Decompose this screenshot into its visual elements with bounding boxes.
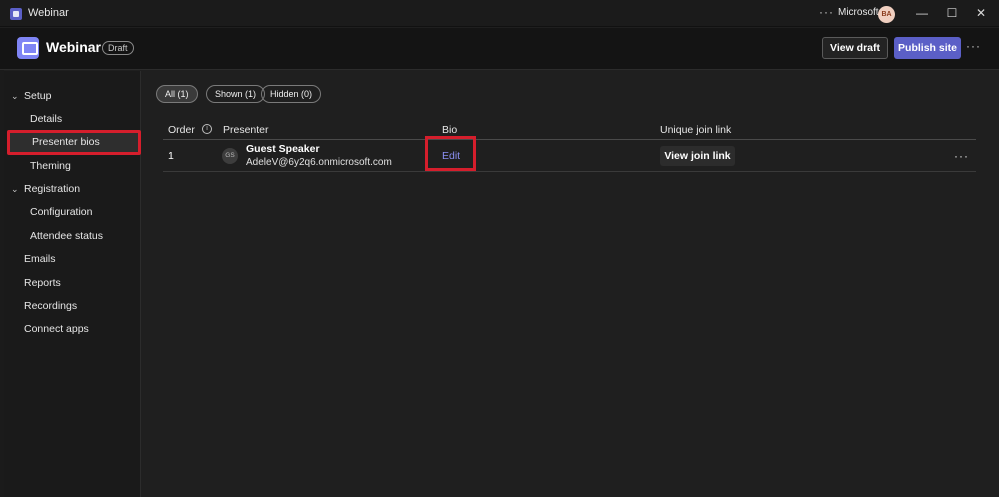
view-draft-button[interactable]: View draft xyxy=(822,37,888,59)
title-bar: Webinar ··· Microsoft BA — ☐ ✕ xyxy=(0,0,999,27)
sidebar-section-setup[interactable]: ⌄ Setup xyxy=(4,86,141,106)
sidebar-item-label: Emails xyxy=(24,253,56,265)
page-title: Webinar xyxy=(46,39,101,55)
row-more-options-icon[interactable]: ··· xyxy=(954,149,969,163)
more-options-icon[interactable]: ··· xyxy=(819,5,834,19)
column-header-bio: Bio xyxy=(442,124,458,136)
sidebar-item-label: Setup xyxy=(24,90,52,102)
column-header-order: Order xyxy=(168,124,195,136)
sidebar-item-emails[interactable]: Emails xyxy=(4,249,141,269)
filter-all[interactable]: All (1) xyxy=(156,85,198,103)
close-icon[interactable]: ✕ xyxy=(971,4,991,22)
sidebar-item-presenter-bios[interactable]: Presenter bios xyxy=(7,130,141,155)
sidebar-item-label: Registration xyxy=(24,183,81,195)
info-icon[interactable]: i xyxy=(202,124,212,134)
table-divider xyxy=(163,139,976,140)
column-header-presenter: Presenter xyxy=(223,124,269,136)
sidebar-item-label: Configuration xyxy=(30,206,93,218)
avatar: GS xyxy=(222,148,238,164)
sidebar-item-label: Details xyxy=(30,113,63,125)
table-divider xyxy=(163,171,976,172)
presenter-email: AdeleV@6y2q6.onmicrosoft.com xyxy=(246,157,392,168)
webinar-icon xyxy=(17,37,39,59)
edit-bio-link[interactable]: Edit xyxy=(442,150,460,162)
status-badge: Draft xyxy=(102,41,134,55)
app-header: Webinar Draft View draft Publish site ··… xyxy=(0,28,999,70)
sidebar-item-label: Presenter bios xyxy=(32,136,100,148)
chevron-down-icon: ⌄ xyxy=(11,184,19,194)
sidebar-item-label: Recordings xyxy=(24,300,78,312)
maximize-icon[interactable]: ☐ xyxy=(942,4,962,22)
presenter-name: Guest Speaker xyxy=(246,143,320,155)
filter-shown[interactable]: Shown (1) xyxy=(206,85,266,103)
sidebar-item-label: Reports xyxy=(24,277,61,289)
sidebar-item-label: Theming xyxy=(30,160,71,172)
user-avatar[interactable]: BA xyxy=(878,6,895,23)
sidebar-item-theming[interactable]: Theming xyxy=(4,156,141,176)
sidebar: ⌄ Setup Details Presenter bios Theming ⌄… xyxy=(4,71,141,497)
teams-app-icon xyxy=(10,8,22,20)
more-options-icon[interactable]: ··· xyxy=(966,39,981,53)
sidebar-item-connect-apps[interactable]: Connect apps xyxy=(4,319,141,339)
sidebar-item-recordings[interactable]: Recordings xyxy=(4,296,141,316)
sidebar-item-reports[interactable]: Reports xyxy=(4,273,141,293)
sidebar-item-label: Connect apps xyxy=(24,323,89,335)
minimize-icon[interactable]: — xyxy=(912,4,932,22)
filter-hidden[interactable]: Hidden (0) xyxy=(261,85,322,103)
column-header-join-link: Unique join link xyxy=(660,124,732,136)
view-join-link-button[interactable]: View join link xyxy=(660,146,735,166)
sidebar-item-attendee-status[interactable]: Attendee status xyxy=(4,226,141,246)
order-cell: 1 xyxy=(168,150,174,162)
organization-name: Microsoft xyxy=(838,7,879,18)
main-content: All (1) Shown (1) Hidden (0) Order i Pre… xyxy=(142,71,999,497)
window-title: Webinar xyxy=(28,7,69,19)
sidebar-section-registration[interactable]: ⌄ Registration xyxy=(4,179,141,199)
sidebar-item-label: Attendee status xyxy=(30,230,103,242)
chevron-down-icon: ⌄ xyxy=(11,91,19,101)
sidebar-item-details[interactable]: Details xyxy=(4,109,141,129)
publish-site-button[interactable]: Publish site xyxy=(894,37,961,59)
sidebar-item-configuration[interactable]: Configuration xyxy=(4,202,141,222)
